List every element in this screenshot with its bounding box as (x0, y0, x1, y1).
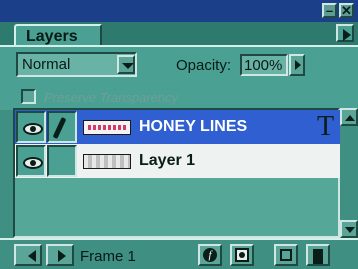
minimize-button[interactable]: – (322, 3, 337, 18)
brush-icon (52, 116, 67, 140)
chevron-right-icon (295, 60, 301, 70)
minimize-icon: – (325, 3, 334, 18)
eye-icon (23, 157, 43, 169)
panel-menu-icon (343, 29, 351, 41)
visibility-toggle[interactable] (16, 111, 46, 143)
prev-frame-button[interactable] (14, 244, 42, 266)
tab-layers[interactable]: Layers (14, 24, 102, 46)
new-layer-button[interactable] (274, 244, 298, 266)
trash-icon (313, 249, 323, 264)
opacity-input[interactable]: 100% (240, 54, 288, 76)
layer-name: HONEY LINES (139, 118, 248, 135)
layer-name: Layer 1 (139, 152, 196, 169)
close-button[interactable]: ✕ (339, 3, 354, 18)
eye-icon (23, 123, 43, 135)
blend-mode-dropdown-button[interactable] (117, 55, 135, 74)
delete-layer-button[interactable] (306, 244, 330, 266)
prev-frame-icon (28, 250, 36, 262)
visibility-toggle[interactable] (16, 145, 46, 177)
scroll-down-icon (345, 227, 355, 233)
layer-row-honey-lines[interactable]: HONEY LINES T (15, 110, 342, 144)
layer-mask-button[interactable] (230, 244, 254, 266)
frame-label: Frame 1 (80, 248, 136, 265)
layer-thumbnail (83, 154, 131, 169)
layers-list: HONEY LINES T Layer 1 (13, 108, 342, 238)
opacity-label: Opacity: (176, 57, 232, 74)
scroll-down-button[interactable] (340, 220, 358, 238)
preserve-transparency-checkbox[interactable] (21, 89, 36, 104)
next-frame-icon (58, 250, 66, 262)
layers-scrollbar[interactable] (340, 108, 358, 238)
chevron-down-icon (122, 63, 134, 69)
new-layer-icon (280, 249, 292, 261)
opacity-slider-button[interactable] (289, 54, 305, 76)
next-frame-button[interactable] (46, 244, 74, 266)
preserve-transparency-label: Preserve Transparency (44, 90, 179, 105)
edit-link-toggle[interactable] (47, 111, 77, 143)
edit-link-toggle[interactable] (47, 145, 77, 177)
layer-effects-button[interactable]: f (198, 244, 222, 266)
scroll-up-icon (345, 115, 355, 121)
layer-row-layer-1[interactable]: Layer 1 (15, 144, 342, 178)
layer-thumbnail (83, 120, 131, 135)
layer-mask-icon (235, 248, 249, 262)
layer-effects-icon: f (203, 248, 217, 262)
panel-titlebar[interactable]: – ✕ (0, 0, 358, 22)
scroll-up-button[interactable] (340, 108, 358, 126)
text-layer-icon: T (317, 111, 335, 142)
tab-row: Layers (0, 22, 358, 46)
blend-mode-value: Normal (22, 56, 71, 73)
close-icon: ✕ (341, 3, 352, 18)
tab-layers-label: Layers (26, 28, 78, 45)
panel-menu-button[interactable] (336, 24, 354, 42)
